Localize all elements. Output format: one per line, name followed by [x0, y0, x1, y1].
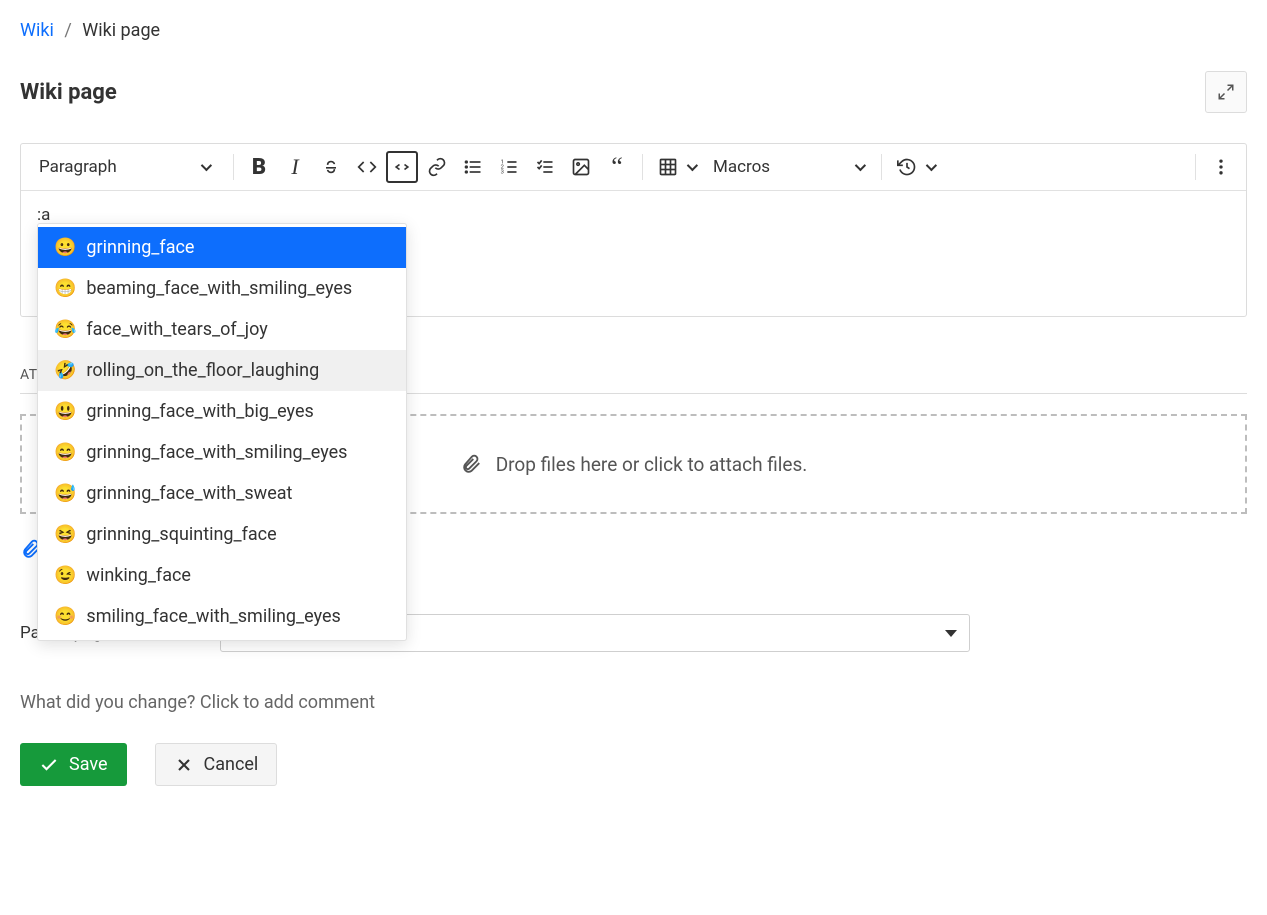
bold-button[interactable]: B	[242, 150, 276, 184]
cancel-button-label: Cancel	[204, 754, 259, 775]
ordered-list-button[interactable]: 123	[492, 150, 526, 184]
emoji-option[interactable]: 😅 grinning_face_with_sweat	[38, 473, 406, 514]
emoji-option[interactable]: 😉 winking_face	[38, 555, 406, 596]
more-button[interactable]	[1204, 150, 1238, 184]
emoji-option[interactable]: 😁 beaming_face_with_smiling_eyes	[38, 268, 406, 309]
save-button-label: Save	[69, 754, 108, 775]
emoji-name: grinning_face_with_smiling_eyes	[86, 442, 347, 463]
breadcrumb: Wiki / Wiki page	[20, 20, 1247, 41]
emoji-icon: 😅	[54, 483, 76, 504]
image-button[interactable]	[564, 150, 598, 184]
emoji-icon: 😊	[54, 606, 76, 627]
toolbar-divider	[881, 154, 882, 180]
emoji-option[interactable]: 😃 grinning_face_with_big_eyes	[38, 391, 406, 432]
bullet-list-button[interactable]	[456, 150, 490, 184]
emoji-icon: 😂	[54, 319, 76, 340]
breadcrumb-root[interactable]: Wiki	[20, 20, 54, 41]
emoji-name: face_with_tears_of_joy	[86, 319, 267, 340]
table-button[interactable]	[651, 150, 701, 184]
emoji-option[interactable]: 😀 grinning_face	[38, 227, 406, 268]
cancel-button[interactable]: Cancel	[155, 743, 278, 786]
chevron-down-icon	[687, 160, 698, 171]
expand-button[interactable]	[1205, 71, 1247, 113]
heading-select[interactable]: Paragraph	[29, 151, 219, 183]
emoji-icon: 😀	[54, 237, 76, 258]
emoji-option[interactable]: 😆 grinning_squinting_face	[38, 514, 406, 555]
caret-down-icon	[945, 630, 957, 637]
code-button[interactable]	[350, 150, 384, 184]
emoji-name: grinning_squinting_face	[86, 524, 276, 545]
close-icon	[174, 755, 194, 775]
toolbar-divider	[1195, 154, 1196, 180]
heading-select-label: Paragraph	[39, 157, 117, 177]
emoji-option[interactable]: 🤣 rolling_on_the_floor_laughing	[38, 350, 406, 391]
emoji-icon: 🤣	[54, 360, 76, 381]
emoji-name: grinning_face	[86, 237, 194, 258]
code-block-button[interactable]	[386, 151, 418, 183]
page-title: Wiki page	[20, 80, 117, 105]
editor-toolbar: Paragraph B I 123 “	[21, 144, 1246, 191]
toolbar-divider	[642, 154, 643, 180]
emoji-name: smiling_face_with_smiling_eyes	[86, 606, 340, 627]
emoji-option[interactable]: 😊 smiling_face_with_smiling_eyes	[38, 596, 406, 637]
change-comment-prompt[interactable]: What did you change? Click to add commen…	[20, 692, 1247, 713]
emoji-name: grinning_face_with_big_eyes	[86, 401, 313, 422]
dropzone-label: Drop files here or click to attach files…	[496, 453, 808, 476]
breadcrumb-separator: /	[58, 20, 77, 41]
italic-button[interactable]: I	[278, 150, 312, 184]
save-button[interactable]: Save	[20, 743, 127, 786]
chevron-down-icon	[926, 160, 937, 171]
emoji-icon: 😄	[54, 442, 76, 463]
history-button[interactable]	[890, 150, 940, 184]
link-button[interactable]	[420, 150, 454, 184]
macros-select-label: Macros	[713, 157, 770, 177]
paperclip-icon	[460, 453, 482, 475]
strikethrough-button[interactable]	[314, 150, 348, 184]
chevron-down-icon	[855, 160, 866, 171]
emoji-autocomplete: 😀 grinning_face 😁 beaming_face_with_smiling…	[37, 223, 407, 641]
chevron-down-icon	[201, 160, 212, 171]
emoji-name: winking_face	[86, 565, 191, 586]
check-icon	[39, 755, 59, 775]
emoji-option[interactable]: 😂 face_with_tears_of_joy	[38, 309, 406, 350]
emoji-icon: 😆	[54, 524, 76, 545]
breadcrumb-current: Wiki page	[82, 20, 160, 41]
emoji-name: beaming_face_with_smiling_eyes	[86, 278, 352, 299]
svg-text:3: 3	[501, 170, 504, 176]
task-list-button[interactable]	[528, 150, 562, 184]
emoji-option[interactable]: 😄 grinning_face_with_smiling_eyes	[38, 432, 406, 473]
toolbar-divider	[233, 154, 234, 180]
emoji-name: rolling_on_the_floor_laughing	[86, 360, 319, 381]
quote-button[interactable]: “	[600, 150, 634, 184]
wysiwyg-editor: Paragraph B I 123 “	[20, 143, 1247, 317]
emoji-icon: 😃	[54, 401, 76, 422]
emoji-icon: 😉	[54, 565, 76, 586]
emoji-name: grinning_face_with_sweat	[86, 483, 292, 504]
macros-select[interactable]: Macros	[703, 151, 873, 183]
emoji-icon: 😁	[54, 278, 76, 299]
